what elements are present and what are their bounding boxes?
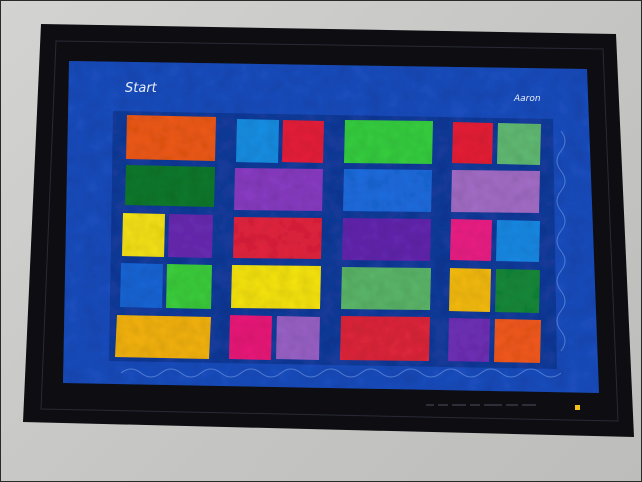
block-gold <box>115 315 211 359</box>
block-tangerine <box>494 319 541 363</box>
block-mauve <box>451 170 540 213</box>
block-blue-small <box>120 263 163 308</box>
label-aaron: Aaron <box>513 94 541 104</box>
block-magenta <box>229 315 272 360</box>
block-mint <box>497 123 541 165</box>
quilt-image: Start Aaron <box>23 24 634 437</box>
block-dark-green <box>125 165 215 207</box>
block-plum <box>448 318 490 362</box>
block-azure <box>343 169 432 212</box>
photo-frame: Start Aaron <box>0 0 642 482</box>
block-crimson <box>340 316 430 361</box>
block-amber <box>449 268 491 312</box>
block-pink <box>450 219 492 261</box>
block-yellow-small <box>122 213 165 257</box>
block-sky-blue <box>236 119 279 163</box>
label-start: Start <box>125 81 158 96</box>
block-sage-green <box>341 267 431 310</box>
block-green <box>344 120 433 164</box>
block-bright-blue <box>496 220 540 262</box>
block-yellow <box>231 265 321 309</box>
block-forest-green <box>495 269 540 313</box>
block-orange <box>126 115 216 161</box>
block-purple <box>234 168 323 211</box>
block-red-top <box>452 122 493 164</box>
quilt: Start Aaron <box>1 1 641 481</box>
block-violet-small <box>168 214 213 258</box>
pin-marker <box>575 405 580 410</box>
block-red-small <box>282 120 324 163</box>
block-lavender <box>276 316 320 360</box>
block-red <box>233 217 322 259</box>
block-deep-purple <box>342 218 431 261</box>
block-lime-small <box>166 264 212 309</box>
